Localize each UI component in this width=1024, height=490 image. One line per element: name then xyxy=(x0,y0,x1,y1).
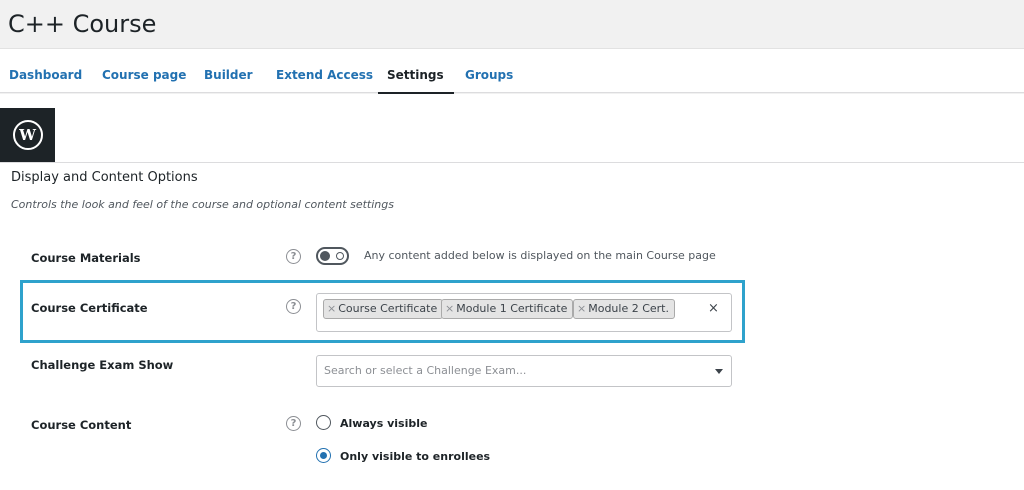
radio-only-enrollees[interactable] xyxy=(316,448,331,463)
challenge-exam-select[interactable]: Search or select a Challenge Exam... xyxy=(316,355,732,387)
challenge-exam-placeholder: Search or select a Challenge Exam... xyxy=(324,364,527,377)
toggle-knob xyxy=(320,251,330,261)
page-title: C++ Course xyxy=(8,10,157,38)
radio-always-visible-label[interactable]: Always visible xyxy=(340,417,427,430)
tab-settings[interactable]: Settings xyxy=(378,49,454,95)
course-materials-help-icon[interactable]: ? xyxy=(286,249,301,264)
tab-builder[interactable]: Builder xyxy=(204,49,253,94)
course-materials-description: Any content added below is displayed on … xyxy=(364,249,716,262)
tab-groups[interactable]: Groups xyxy=(465,49,513,94)
divider xyxy=(0,162,1024,163)
course-certificate-multiselect[interactable]: × Course Certificate × Module 1 Certificat… xyxy=(316,293,732,332)
chip-label: Module 2 Cert. xyxy=(588,302,669,315)
tab-course-page[interactable]: Course page xyxy=(102,49,186,94)
chip-label: Course Certificate xyxy=(338,302,438,315)
section-title: Display and Content Options xyxy=(11,170,198,185)
wordpress-logo-box: W xyxy=(0,108,55,162)
section-description: Controls the look and feel of the course… xyxy=(11,198,394,211)
chip-label: Module 1 Certificate xyxy=(456,302,568,315)
course-certificate-label: Course Certificate xyxy=(31,301,148,315)
tab-dashboard[interactable]: Dashboard xyxy=(9,49,82,94)
remove-chip-icon[interactable]: × xyxy=(577,302,586,315)
remove-chip-icon[interactable]: × xyxy=(327,302,336,315)
challenge-exam-label: Challenge Exam Show xyxy=(31,358,174,372)
tab-bar: Dashboard Course page Builder Extend Acc… xyxy=(0,48,1024,95)
settings-panel: W Display and Content Options Controls t… xyxy=(0,94,1024,490)
certificate-chip: × Course Certificate xyxy=(323,299,444,319)
course-certificate-help-icon[interactable]: ? xyxy=(286,299,301,314)
toggle-off-icon xyxy=(336,252,344,260)
course-content-help-icon[interactable]: ? xyxy=(286,416,301,431)
course-content-label: Course Content xyxy=(31,418,132,432)
chevron-down-icon xyxy=(715,369,723,374)
certificate-chip: × Module 2 Cert. xyxy=(573,299,675,319)
course-materials-toggle[interactable] xyxy=(316,247,349,265)
clear-all-icon[interactable]: × xyxy=(708,301,719,316)
remove-chip-icon[interactable]: × xyxy=(445,302,454,315)
wordpress-logo-icon: W xyxy=(12,120,43,150)
radio-only-enrollees-label[interactable]: Only visible to enrollees xyxy=(340,450,490,463)
tab-extend-access[interactable]: Extend Access xyxy=(276,49,373,94)
course-materials-label: Course Materials xyxy=(31,251,141,265)
radio-always-visible[interactable] xyxy=(316,415,331,430)
certificate-chip: × Module 1 Certificate xyxy=(441,299,574,319)
